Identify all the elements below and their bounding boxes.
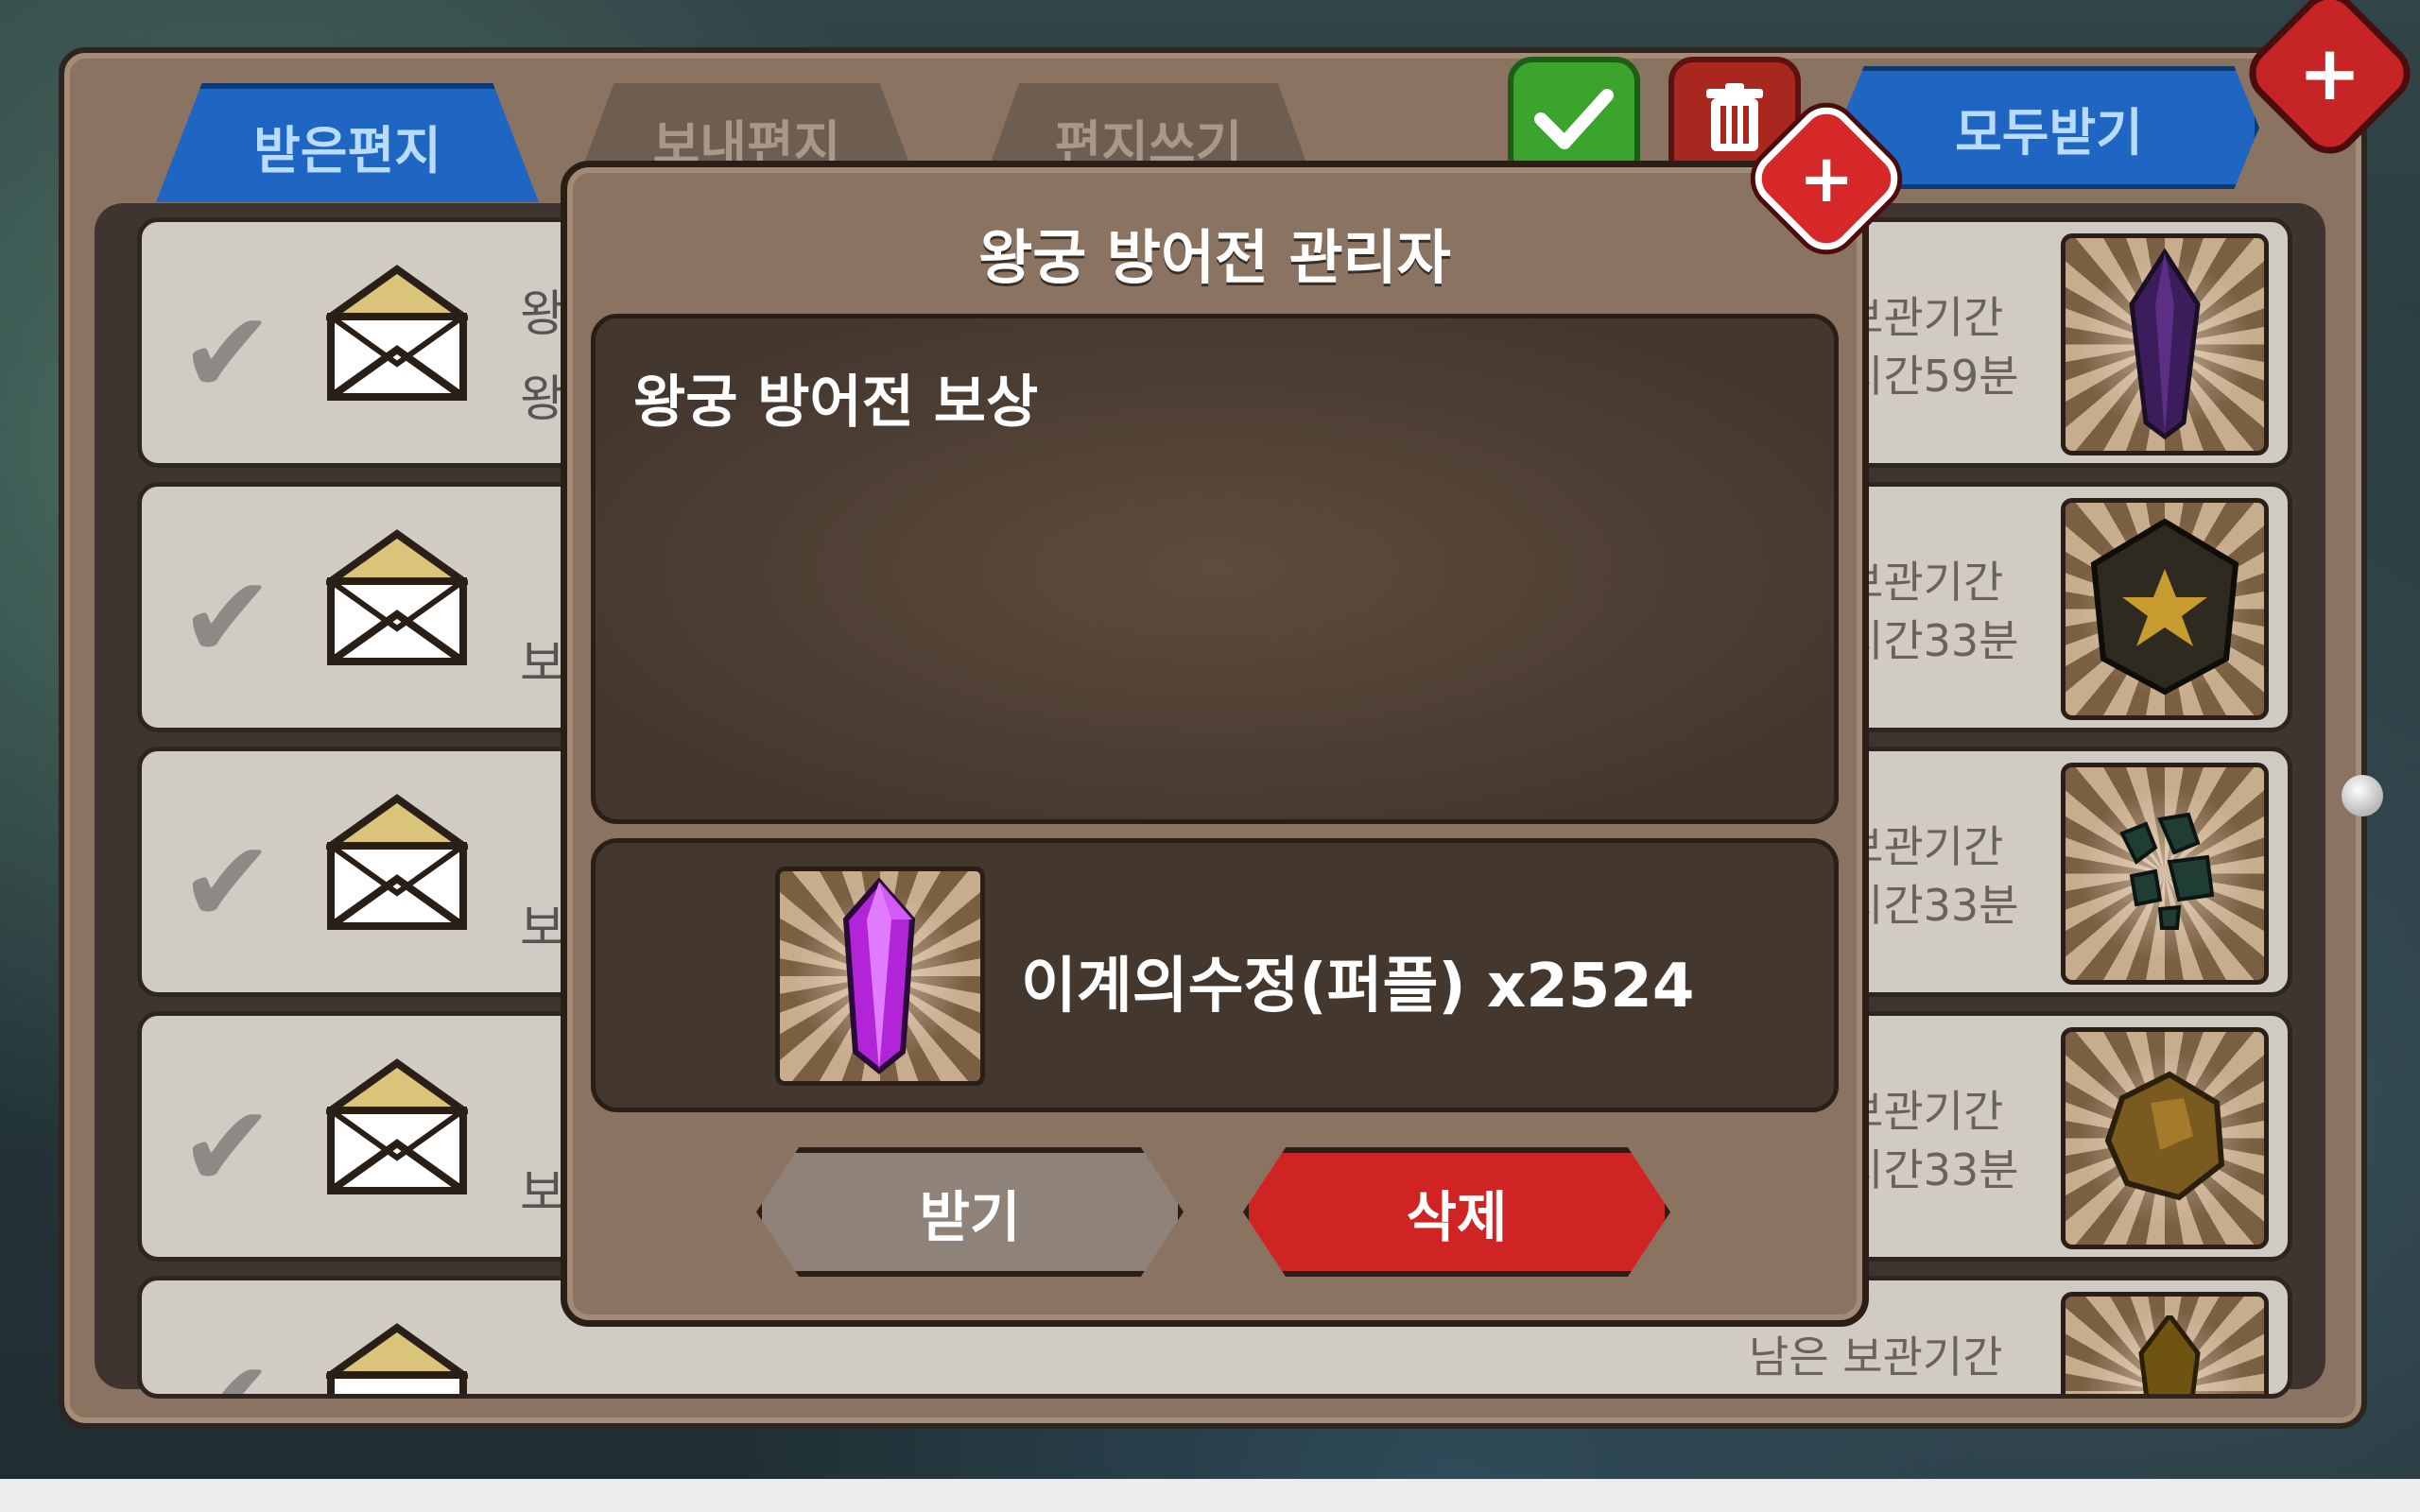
delete-button[interactable]: 삭제 (1243, 1147, 1670, 1277)
expire-line-2: 시간59분 (1843, 351, 2019, 402)
tab-received[interactable]: 받은편지 (156, 83, 539, 202)
dialog-title: 왕궁 방어전 관리자 (978, 223, 1451, 292)
trash-icon (1706, 83, 1763, 151)
reward-label: 이계의수정(퍼플) x2524 (1021, 952, 1695, 1022)
mail-item-thumbnail (2061, 1027, 2269, 1249)
envelope-open-icon (326, 529, 468, 665)
expire-line-1: 남은 보관기간 (1749, 1332, 2003, 1383)
expire-line-1: 보관기간 (1843, 1086, 2004, 1137)
expire-line-1: 보관기간 (1843, 821, 2004, 872)
envelope-open-icon (326, 1323, 468, 1394)
gold-ore-icon (2104, 1071, 2225, 1201)
mail-expire-text: 남은 보관기간 (1749, 1328, 2089, 1386)
message-text: 왕궁 방어전 보상 (633, 369, 1039, 436)
scroll-indicator[interactable] (2342, 775, 2383, 816)
row-check-icon[interactable]: ✔ (180, 1337, 275, 1394)
mail-detail-dialog: 왕궁 방어전 관리자 왕궁 방어전 보상 이계의수정(퍼플) x2524 받기 … (561, 161, 1869, 1327)
row-check-icon[interactable]: ✔ (180, 1082, 275, 1213)
receive-all-label: 모두받기 (1955, 102, 2143, 163)
mail-expire-text: 보관기간 시간33분 (1843, 553, 2089, 670)
row-check-icon[interactable]: ✔ (180, 553, 275, 684)
reward-item-icon-frame (775, 867, 985, 1086)
row-check-icon[interactable]: ✔ (180, 817, 275, 949)
envelope-open-icon (326, 794, 468, 930)
mail-expire-text: 보관기간 시간33분 (1843, 1082, 2089, 1199)
system-bottom-bar (0, 1479, 2420, 1512)
green-ore-icon (2119, 812, 2215, 930)
envelope-open-icon (326, 1058, 468, 1194)
close-icon: + (2297, 29, 2362, 117)
mail-expire-text: 보관기간 시간59분 (1843, 288, 2089, 405)
dark-emblem-icon (2090, 518, 2239, 696)
expire-line-1: 보관기간 (1843, 292, 2004, 343)
expire-line-2: 시간33분 (1843, 880, 2019, 931)
mail-title-fragment: 보 (520, 901, 565, 957)
purple-crystal-icon (2129, 248, 2201, 440)
row-check-icon[interactable]: ✔ (180, 288, 275, 420)
receive-button[interactable]: 받기 (756, 1147, 1184, 1277)
message-box: 왕궁 방어전 보상 (591, 314, 1839, 824)
envelope-open-icon (326, 265, 468, 401)
reward-box: 이계의수정(퍼플) x2524 (591, 838, 1839, 1112)
mail-sender-fragment: 왕 (520, 286, 565, 343)
mail-item-thumbnail (2061, 233, 2269, 455)
mail-item-thumbnail (2061, 763, 2269, 985)
delete-button-label: 삭제 (1406, 1184, 1508, 1249)
receive-button-label: 받기 (919, 1184, 1021, 1249)
receive-all-button[interactable]: 모두받기 (1839, 66, 2259, 189)
purple-crystal-icon (842, 877, 916, 1074)
close-icon: + (1798, 140, 1855, 217)
expire-line-2: 시간33분 (1843, 615, 2019, 666)
expire-line-1: 보관기간 (1843, 557, 2004, 608)
mail-item-thumbnail (2061, 498, 2269, 720)
mail-title-fragment: 보 (520, 1165, 565, 1222)
mail-title-fragment: 보 (520, 636, 565, 693)
tab-received-label: 받은편지 (253, 120, 441, 180)
expire-line-2: 시간33분 (1843, 1144, 2019, 1195)
mail-title-fragment: 왕 (520, 371, 565, 428)
gold-crystal-icon (2138, 1315, 2201, 1394)
check-icon (1534, 89, 1614, 149)
mail-expire-text: 보관기간 시간33분 (1843, 817, 2089, 935)
mail-item-thumbnail (2061, 1292, 2269, 1394)
